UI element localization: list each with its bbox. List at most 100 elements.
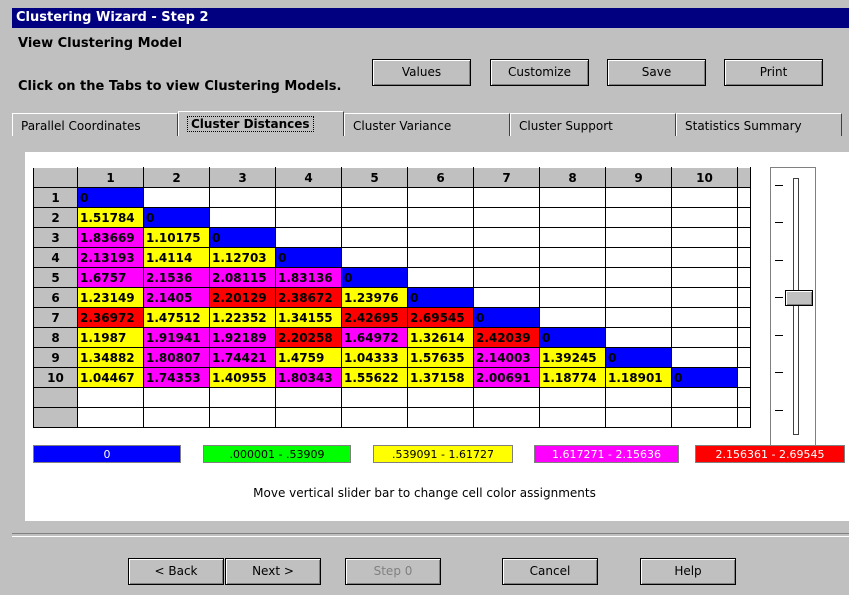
distance-cell[interactable]: 0 <box>605 347 672 368</box>
distance-cell[interactable]: 2.00691 <box>473 367 540 388</box>
customize-button[interactable]: Customize <box>490 59 589 86</box>
distance-cell[interactable]: 2.42695 <box>341 307 408 328</box>
distance-cell[interactable]: 0 <box>209 227 276 248</box>
distance-cell[interactable]: 1.47512 <box>143 307 210 328</box>
distance-cell[interactable]: 1.10175 <box>143 227 210 248</box>
save-button[interactable]: Save <box>607 59 706 86</box>
distance-cell[interactable]: 0 <box>341 267 408 288</box>
tab-parallel-coordinates[interactable]: Parallel Coordinates <box>12 113 178 137</box>
distance-cell[interactable]: 1.83669 <box>77 227 144 248</box>
distance-cell[interactable]: 1.51784 <box>77 207 144 228</box>
print-button[interactable]: Print <box>724 59 823 86</box>
empty-cell[interactable] <box>671 207 738 228</box>
empty-cell[interactable] <box>539 247 606 268</box>
next-button[interactable]: Next > <box>225 558 321 585</box>
tab-cluster-support[interactable]: Cluster Support <box>510 113 676 137</box>
distance-cell[interactable]: 1.55622 <box>341 367 408 388</box>
empty-cell[interactable] <box>407 267 474 288</box>
distance-cell[interactable]: 1.64972 <box>341 327 408 348</box>
distance-cell[interactable]: 1.1987 <box>77 327 144 348</box>
distance-cell[interactable]: 1.6757 <box>77 267 144 288</box>
distance-cell[interactable]: 1.04333 <box>341 347 408 368</box>
empty-cell[interactable] <box>473 187 540 208</box>
distance-cell[interactable]: 1.18901 <box>605 367 672 388</box>
slider-track[interactable] <box>793 178 799 435</box>
slider-thumb[interactable] <box>785 290 813 306</box>
empty-cell[interactable] <box>473 207 540 228</box>
distance-cell[interactable]: 1.4759 <box>275 347 342 368</box>
tab-cluster-variance[interactable]: Cluster Variance <box>344 113 510 137</box>
distance-cell[interactable]: 0 <box>407 287 474 308</box>
distance-cell[interactable]: 1.34882 <box>77 347 144 368</box>
distance-cell[interactable]: 2.1405 <box>143 287 210 308</box>
distance-cell[interactable]: 2.13193 <box>77 247 144 268</box>
distance-cell[interactable]: 2.36972 <box>77 307 144 328</box>
distance-cell[interactable]: 1.4114 <box>143 247 210 268</box>
values-button[interactable]: Values <box>372 59 471 86</box>
empty-cell[interactable] <box>275 227 342 248</box>
empty-cell[interactable] <box>407 207 474 228</box>
help-button[interactable]: Help <box>640 558 736 585</box>
empty-cell[interactable] <box>473 267 540 288</box>
distance-cell[interactable]: 1.83136 <box>275 267 342 288</box>
distance-cell[interactable]: 1.23976 <box>341 287 408 308</box>
empty-cell[interactable] <box>605 307 672 328</box>
empty-cell[interactable] <box>407 247 474 268</box>
tab-statistics-summary[interactable]: Statistics Summary <box>676 113 842 137</box>
empty-cell[interactable] <box>671 287 738 308</box>
distance-cell[interactable]: 2.08115 <box>209 267 276 288</box>
distance-cell[interactable]: 1.92189 <box>209 327 276 348</box>
distance-cell[interactable]: 1.74421 <box>209 347 276 368</box>
empty-cell[interactable] <box>473 227 540 248</box>
distance-cell[interactable]: 2.20129 <box>209 287 276 308</box>
empty-cell[interactable] <box>671 307 738 328</box>
empty-cell[interactable] <box>605 187 672 208</box>
empty-cell[interactable] <box>341 227 408 248</box>
distance-cell[interactable]: 1.80807 <box>143 347 210 368</box>
empty-cell[interactable] <box>539 287 606 308</box>
empty-cell[interactable] <box>341 247 408 268</box>
distance-cell[interactable]: 1.04467 <box>77 367 144 388</box>
empty-cell[interactable] <box>539 227 606 248</box>
empty-cell[interactable] <box>605 327 672 348</box>
distance-cell[interactable]: 2.1536 <box>143 267 210 288</box>
empty-cell[interactable] <box>539 307 606 328</box>
empty-cell[interactable] <box>539 187 606 208</box>
empty-cell[interactable] <box>473 247 540 268</box>
distance-cell[interactable]: 2.69545 <box>407 307 474 328</box>
distance-cell[interactable]: 1.37158 <box>407 367 474 388</box>
empty-cell[interactable] <box>671 347 738 368</box>
empty-cell[interactable] <box>671 187 738 208</box>
empty-cell[interactable] <box>341 207 408 228</box>
distance-cell[interactable]: 1.40955 <box>209 367 276 388</box>
empty-cell[interactable] <box>605 287 672 308</box>
empty-cell[interactable] <box>605 227 672 248</box>
empty-cell[interactable] <box>605 207 672 228</box>
distance-cell[interactable]: 2.42039 <box>473 327 540 348</box>
empty-cell[interactable] <box>605 247 672 268</box>
empty-cell[interactable] <box>671 227 738 248</box>
distance-cell[interactable]: 1.39245 <box>539 347 606 368</box>
distance-cell[interactable]: 0 <box>539 327 606 348</box>
empty-cell[interactable] <box>209 207 276 228</box>
distance-cell[interactable]: 1.23149 <box>77 287 144 308</box>
distance-cell[interactable]: 1.12703 <box>209 247 276 268</box>
empty-cell[interactable] <box>539 267 606 288</box>
distance-cell[interactable]: 0 <box>77 187 144 208</box>
distance-cell[interactable]: 1.80343 <box>275 367 342 388</box>
empty-cell[interactable] <box>605 267 672 288</box>
cancel-button[interactable]: Cancel <box>502 558 598 585</box>
distance-cell[interactable]: 0 <box>473 307 540 328</box>
distance-cell[interactable]: 2.20258 <box>275 327 342 348</box>
distance-cell[interactable]: 2.14003 <box>473 347 540 368</box>
empty-cell[interactable] <box>671 267 738 288</box>
distance-cell[interactable]: 0 <box>143 207 210 228</box>
distance-cell[interactable]: 1.32614 <box>407 327 474 348</box>
distance-cell[interactable]: 1.91941 <box>143 327 210 348</box>
distance-cell[interactable]: 1.34155 <box>275 307 342 328</box>
distance-cell[interactable]: 1.22352 <box>209 307 276 328</box>
empty-cell[interactable] <box>407 187 474 208</box>
distance-cell[interactable]: 0 <box>275 247 342 268</box>
distance-cell[interactable]: 1.74353 <box>143 367 210 388</box>
empty-cell[interactable] <box>539 207 606 228</box>
